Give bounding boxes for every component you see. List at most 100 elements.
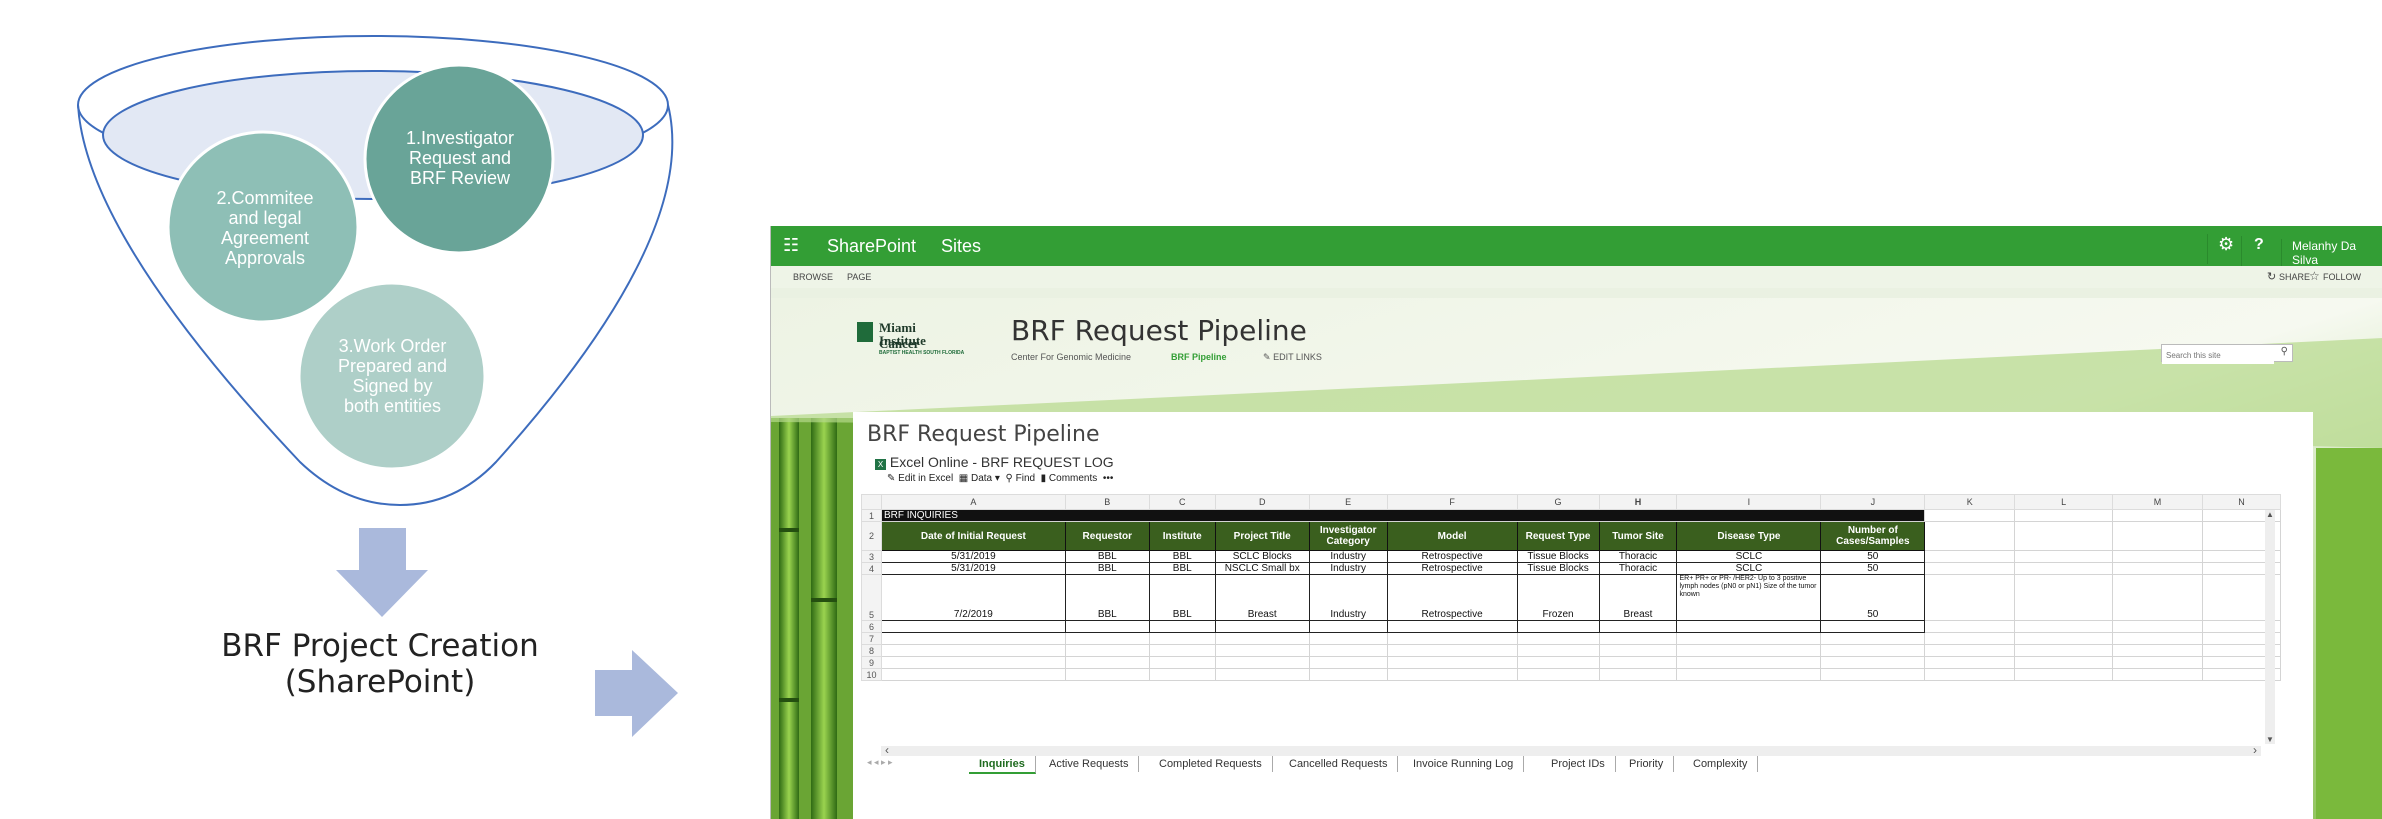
follow-icon[interactable]: ☆ xyxy=(2309,269,2320,283)
cell[interactable]: 50 xyxy=(1820,574,1926,621)
cell[interactable] xyxy=(880,632,1066,645)
cell[interactable]: BBL xyxy=(1064,550,1150,563)
cell[interactable] xyxy=(1924,574,2016,621)
cell[interactable] xyxy=(1820,644,1926,657)
cell[interactable]: BBL xyxy=(1148,550,1216,563)
cell[interactable] xyxy=(1386,644,1518,657)
cell[interactable] xyxy=(1308,620,1388,633)
ribbon-tab-browse[interactable]: BROWSE xyxy=(793,272,833,282)
find-button[interactable]: ⚲ Find xyxy=(1006,473,1036,484)
cell[interactable] xyxy=(1308,656,1388,669)
cell[interactable] xyxy=(1064,632,1150,645)
header-cell[interactable]: Number of Cases/Samples xyxy=(1820,521,1926,551)
cell[interactable] xyxy=(1598,668,1678,681)
column-header[interactable]: G xyxy=(1516,494,1600,510)
column-header[interactable]: N xyxy=(2201,494,2282,510)
cell[interactable] xyxy=(880,620,1066,633)
row-number[interactable]: 9 xyxy=(861,656,882,669)
search-input[interactable] xyxy=(2162,347,2274,364)
data-menu-button[interactable]: ▦ Data ▾ xyxy=(959,473,1000,484)
cell[interactable]: Industry xyxy=(1308,562,1388,575)
header-cell[interactable]: Disease Type xyxy=(1676,521,1822,551)
cell[interactable]: SCLC xyxy=(1676,562,1822,575)
cell[interactable]: Tissue Blocks xyxy=(1516,550,1600,563)
cell[interactable] xyxy=(1148,656,1216,669)
cell[interactable] xyxy=(1148,632,1216,645)
cell[interactable] xyxy=(1214,668,1310,681)
cell[interactable] xyxy=(1924,521,2016,551)
cell[interactable] xyxy=(1214,656,1310,669)
cell[interactable] xyxy=(1516,656,1600,669)
cell[interactable] xyxy=(2112,656,2203,669)
cell[interactable] xyxy=(2112,644,2203,657)
cell[interactable] xyxy=(1676,620,1822,633)
cell[interactable] xyxy=(1386,620,1518,633)
cell[interactable] xyxy=(2014,644,2114,657)
cell[interactable]: Retrospective xyxy=(1386,562,1518,575)
cell[interactable] xyxy=(1386,656,1518,669)
row-number[interactable]: 1 xyxy=(861,509,882,522)
cell[interactable] xyxy=(1598,644,1678,657)
nav-brf-pipeline[interactable]: BRF Pipeline xyxy=(1171,352,1227,362)
app-launcher-icon[interactable]: ☷ xyxy=(783,235,799,256)
tab-project-ids[interactable]: Project IDs xyxy=(1541,756,1616,772)
tab-priority[interactable]: Priority xyxy=(1619,756,1675,772)
cell[interactable] xyxy=(1820,632,1926,645)
cell[interactable] xyxy=(880,644,1066,657)
tab-completed-requests[interactable]: Completed Requests xyxy=(1149,756,1273,772)
tab-invoice-running-log[interactable]: Invoice Running Log xyxy=(1403,756,1525,772)
cell[interactable]: Tissue Blocks xyxy=(1516,562,1600,575)
header-cell[interactable]: Request Type xyxy=(1516,521,1600,551)
cell[interactable] xyxy=(2112,668,2203,681)
site-search[interactable]: ⚲ xyxy=(2161,344,2293,364)
sheet-nav-arrows[interactable]: ◂ ◂ ▸ ▸ xyxy=(867,757,893,768)
cell[interactable] xyxy=(2014,620,2114,633)
cell[interactable] xyxy=(1598,620,1678,633)
column-header[interactable]: B xyxy=(1064,494,1150,510)
cell[interactable]: Retrospective xyxy=(1386,550,1518,563)
cell[interactable] xyxy=(1676,644,1822,657)
cell[interactable]: BBL xyxy=(1148,574,1216,621)
cell[interactable]: Industry xyxy=(1308,574,1388,621)
row-number[interactable]: 10 xyxy=(861,668,882,681)
cell[interactable] xyxy=(1214,620,1310,633)
nav-center-genomic[interactable]: Center For Genomic Medicine xyxy=(1011,352,1131,362)
help-icon[interactable]: ? xyxy=(2241,236,2264,266)
column-header[interactable]: K xyxy=(1924,494,2016,510)
share-icon[interactable]: ↻ xyxy=(2267,270,2276,283)
row-number[interactable]: 7 xyxy=(861,632,882,645)
cell[interactable] xyxy=(2014,656,2114,669)
tab-complexity[interactable]: Complexity xyxy=(1683,756,1759,772)
cell[interactable] xyxy=(2014,509,2114,522)
row-number[interactable]: 4 xyxy=(861,562,882,575)
cell[interactable] xyxy=(1064,668,1150,681)
cell[interactable] xyxy=(1924,550,2016,563)
cell[interactable] xyxy=(1598,632,1678,645)
ribbon-tab-page[interactable]: PAGE xyxy=(847,272,871,282)
cell[interactable] xyxy=(2014,521,2114,551)
header-cell[interactable]: Requestor xyxy=(1064,521,1150,551)
header-cell[interactable]: Model xyxy=(1386,521,1518,551)
cell[interactable] xyxy=(1516,620,1600,633)
sites-link[interactable]: Sites xyxy=(941,236,981,257)
row-number[interactable]: 8 xyxy=(861,644,882,657)
row-number[interactable]: 2 xyxy=(861,521,882,551)
cell[interactable]: SCLC Blocks xyxy=(1214,550,1310,563)
cell[interactable]: 7/2/2019 xyxy=(880,574,1066,621)
cell[interactable] xyxy=(1308,632,1388,645)
sharepoint-app-name[interactable]: SharePoint xyxy=(827,236,916,257)
column-header[interactable]: L xyxy=(2014,494,2114,510)
sheet-title-cell[interactable]: BRF INQUIRIES xyxy=(880,509,1926,522)
cell[interactable] xyxy=(2112,562,2203,575)
cell[interactable]: 5/31/2019 xyxy=(880,550,1066,563)
cell[interactable] xyxy=(1214,632,1310,645)
cell[interactable] xyxy=(1924,632,2016,645)
cell[interactable] xyxy=(1820,668,1926,681)
cell[interactable]: Frozen xyxy=(1516,574,1600,621)
cell[interactable] xyxy=(2014,562,2114,575)
cell[interactable] xyxy=(1924,656,2016,669)
search-icon[interactable]: ⚲ xyxy=(2281,346,2288,357)
cell[interactable]: Thoracic xyxy=(1598,562,1678,575)
cell[interactable] xyxy=(1148,668,1216,681)
cell[interactable] xyxy=(1064,656,1150,669)
